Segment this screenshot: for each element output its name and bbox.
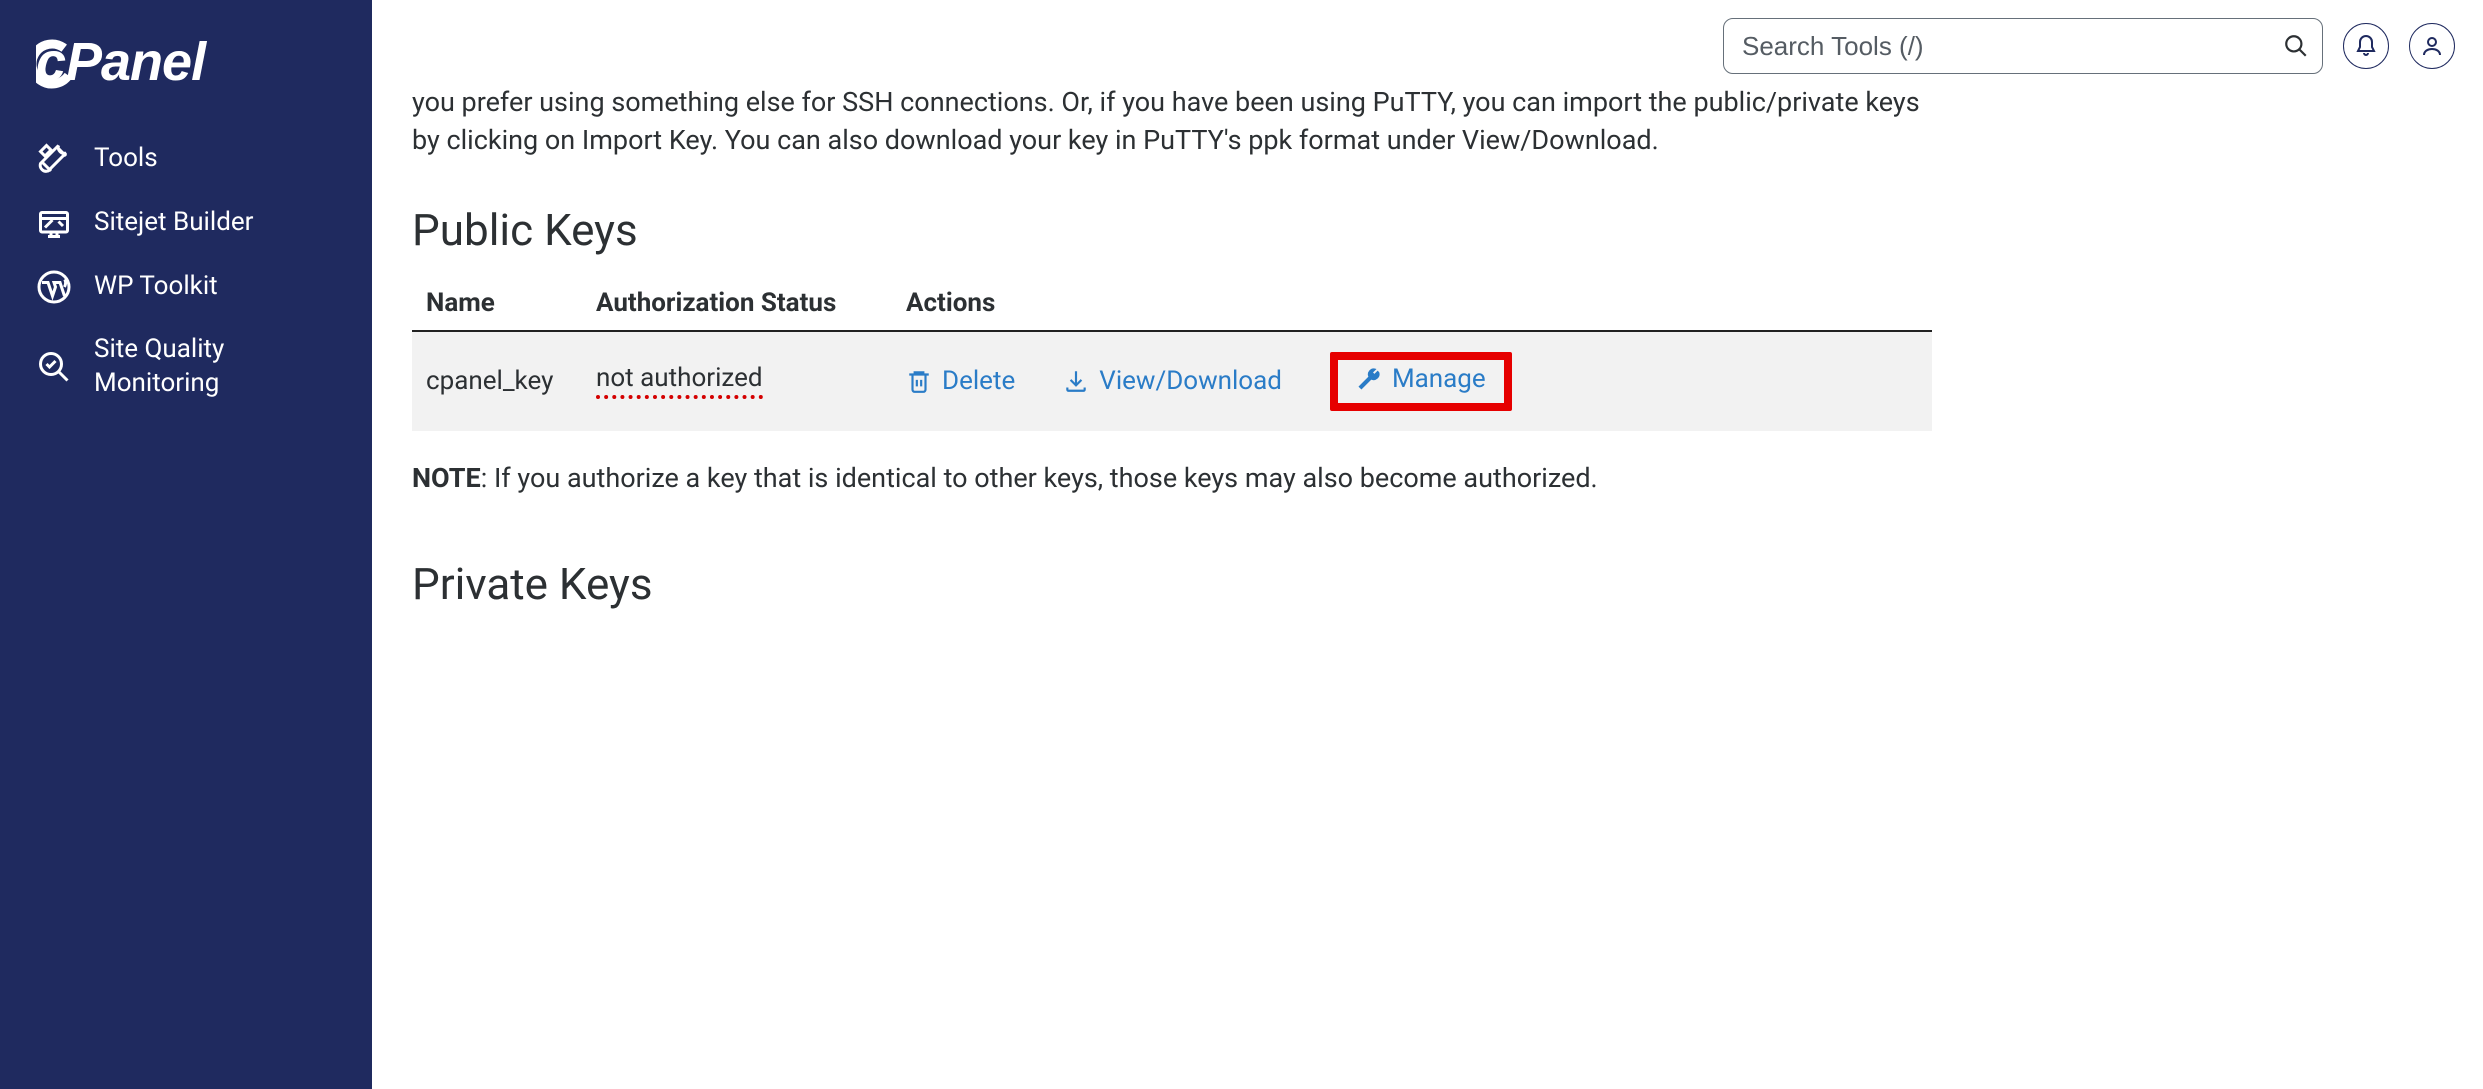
sidebar-item-wp-toolkit[interactable]: WP Toolkit — [0, 255, 372, 319]
wordpress-icon — [36, 269, 72, 305]
main: you prefer using something else for SSH … — [372, 0, 2483, 1089]
sidebar-item-tools[interactable]: Tools — [0, 127, 372, 191]
search-input[interactable] — [1723, 18, 2323, 74]
svg-text:Panel: Panel — [66, 36, 207, 92]
brand-logo: c Panel — [0, 36, 372, 127]
search-wrap — [1723, 18, 2323, 74]
sidebar-item-sitejet[interactable]: Sitejet Builder — [0, 191, 372, 255]
wrench-icon — [1356, 366, 1382, 392]
col-auth: Authorization Status — [582, 276, 892, 331]
notifications-button[interactable] — [2343, 23, 2389, 69]
content: you prefer using something else for SSH … — [372, 84, 1972, 670]
table-row: cpanel_key not authorized Delete — [412, 331, 1932, 431]
manage-highlight: Manage — [1330, 352, 1512, 411]
intro-text: you prefer using something else for SSH … — [412, 84, 1932, 160]
note-body: : If you authorize a key that is identic… — [481, 462, 1598, 494]
manage-link[interactable]: Manage — [1356, 364, 1486, 394]
sitejet-icon — [36, 205, 72, 241]
topbar — [372, 0, 2483, 84]
public-keys-table: Name Authorization Status Actions cpanel… — [412, 276, 1932, 431]
delete-link[interactable]: Delete — [906, 366, 1015, 396]
user-icon — [2420, 34, 2444, 58]
manage-label: Manage — [1392, 364, 1486, 394]
key-name-cell: cpanel_key — [412, 331, 582, 431]
trash-icon — [906, 368, 932, 394]
key-actions-cell: Delete View/Download Manage — [892, 331, 1932, 431]
col-actions: Actions — [892, 276, 1932, 331]
account-button[interactable] — [2409, 23, 2455, 69]
sidebar-item-label: Site Quality Monitoring — [94, 333, 336, 401]
tools-icon — [36, 141, 72, 177]
search-icon[interactable] — [2283, 33, 2309, 59]
download-icon — [1063, 368, 1089, 394]
magnify-check-icon — [36, 349, 72, 385]
note-text: NOTE: If you authorize a key that is ide… — [412, 459, 1932, 498]
sidebar-item-label: Tools — [94, 142, 158, 176]
sidebar-nav: Tools Sitejet Builder WP Toolkit Site Qu… — [0, 127, 372, 415]
sidebar-item-site-quality[interactable]: Site Quality Monitoring — [0, 319, 372, 415]
bell-icon — [2354, 34, 2378, 58]
auth-status-text: not authorized — [596, 363, 763, 399]
col-name: Name — [412, 276, 582, 331]
delete-label: Delete — [942, 366, 1015, 396]
sidebar-item-label: Sitejet Builder — [94, 206, 253, 240]
private-keys-heading: Private Keys — [412, 558, 1932, 610]
sidebar: c Panel Tools Sitejet Builder — [0, 0, 372, 1089]
note-label: NOTE — [412, 462, 481, 494]
view-download-link[interactable]: View/Download — [1063, 366, 1282, 396]
view-download-label: View/Download — [1099, 366, 1282, 396]
sidebar-item-label: WP Toolkit — [94, 270, 218, 304]
public-keys-heading: Public Keys — [412, 204, 1932, 256]
key-auth-cell: not authorized — [582, 331, 892, 431]
